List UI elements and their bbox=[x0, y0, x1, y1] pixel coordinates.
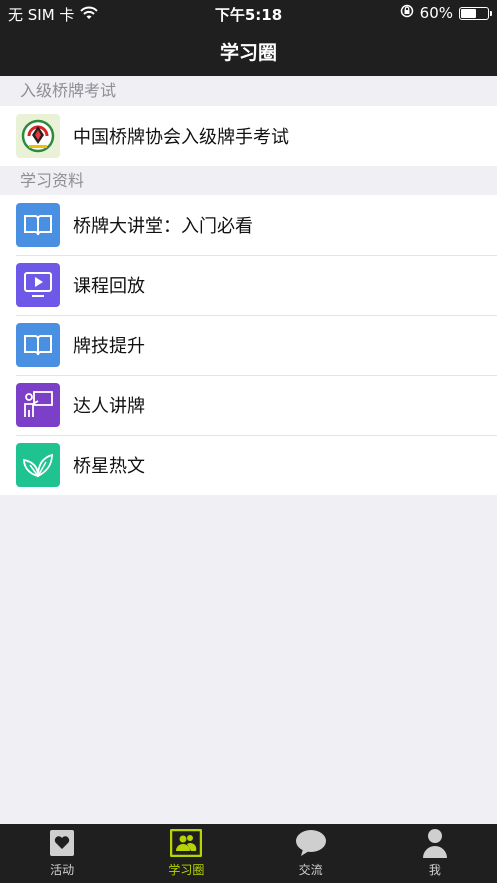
heart-card-icon bbox=[49, 827, 75, 859]
tab-study-circle[interactable]: 学习圈 bbox=[124, 824, 248, 883]
list-item-label: 桥牌大讲堂：入门必看 bbox=[73, 216, 253, 237]
list-item-label: 中国桥牌协会入级牌手考试 bbox=[73, 127, 289, 148]
list-item-label: 牌技提升 bbox=[73, 336, 145, 357]
list-item-hot-articles[interactable]: 桥星热文 bbox=[0, 435, 497, 495]
battery-icon bbox=[459, 6, 492, 20]
lecturer-icon bbox=[16, 383, 60, 427]
tab-label: 我 bbox=[428, 863, 441, 877]
list-item-exam[interactable]: 中国桥牌协会入级牌手考试 bbox=[0, 106, 497, 166]
book-icon bbox=[16, 203, 60, 247]
tab-label: 学习圈 bbox=[168, 863, 205, 877]
leaf-icon bbox=[16, 443, 60, 487]
tab-activities[interactable]: 活动 bbox=[0, 824, 124, 883]
battery-percent: 60% bbox=[419, 4, 453, 22]
tab-label: 活动 bbox=[50, 863, 75, 877]
exam-list: 中国桥牌协会入级牌手考试 bbox=[0, 106, 497, 166]
list-item-label: 课程回放 bbox=[73, 276, 145, 297]
list-item-label: 桥星热文 bbox=[73, 456, 145, 477]
list-item-expert-talk[interactable]: 达人讲牌 bbox=[0, 375, 497, 435]
bridge-association-logo-icon bbox=[16, 114, 60, 158]
materials-list: 桥牌大讲堂：入门必看 课程回放 牌技提升 达人讲牌 桥星热文 bbox=[0, 195, 497, 495]
play-screen-icon bbox=[16, 263, 60, 307]
tab-label: 交流 bbox=[298, 863, 323, 877]
group-board-icon bbox=[170, 827, 203, 859]
book-icon bbox=[16, 323, 60, 367]
orientation-lock-icon bbox=[400, 4, 414, 22]
chat-bubble-icon bbox=[295, 827, 327, 859]
tab-bar: 活动 学习圈 交流 我 bbox=[0, 824, 497, 883]
list-item-label: 达人讲牌 bbox=[73, 396, 145, 417]
section-header-exam: 入级桥牌考试 bbox=[20, 81, 117, 100]
tab-communication[interactable]: 交流 bbox=[249, 824, 373, 883]
nav-bar: 学习圈 bbox=[0, 26, 497, 76]
tab-me[interactable]: 我 bbox=[373, 824, 497, 883]
list-item-course-replay[interactable]: 课程回放 bbox=[0, 255, 497, 315]
section-header-materials: 学习资料 bbox=[20, 171, 85, 190]
person-icon bbox=[422, 827, 448, 859]
status-bar: 无 SIM 卡 下午5:18 60% bbox=[0, 0, 497, 26]
list-item-skill-improve[interactable]: 牌技提升 bbox=[0, 315, 497, 375]
list-item-lecture-hall[interactable]: 桥牌大讲堂：入门必看 bbox=[0, 195, 497, 255]
page-title: 学习圈 bbox=[219, 41, 277, 64]
